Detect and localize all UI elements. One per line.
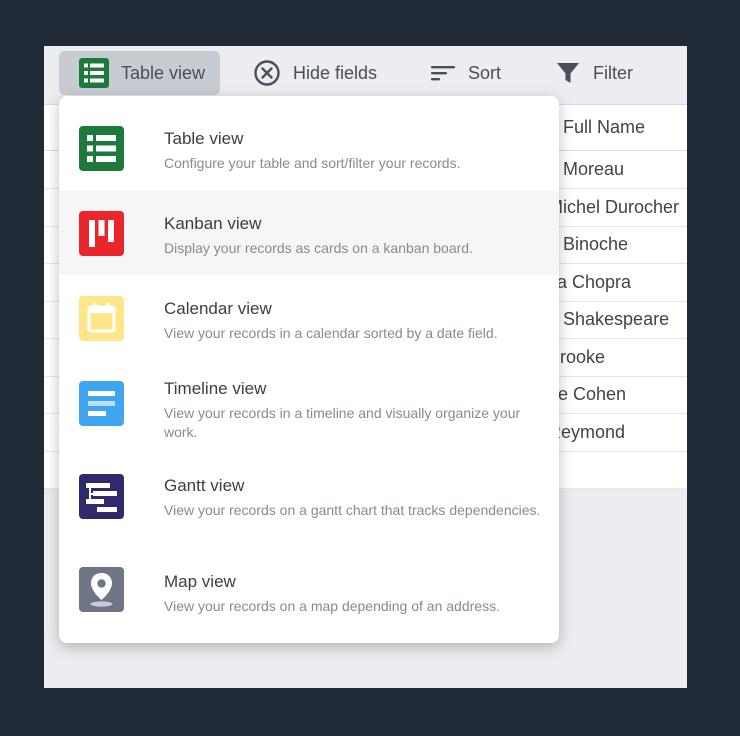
name-cell: ka Chopra (548, 272, 632, 292)
name-cell: e Moreau (548, 159, 625, 179)
table-icon (79, 126, 124, 171)
sort-button[interactable]: Sort (430, 51, 501, 95)
menu-item-title: Table view (164, 129, 244, 148)
hide-fields-button[interactable]: Hide fields (253, 51, 377, 95)
name-cell: n Shakespeare (548, 309, 670, 329)
calendar-icon (79, 296, 124, 341)
table-icon (79, 58, 109, 88)
menu-item-description: Configure your table and sort/filter you… (164, 155, 461, 171)
view-switcher-button[interactable]: Table view (59, 51, 220, 95)
sort-lines-icon (430, 63, 456, 83)
menu-item-kanban-view[interactable]: Kanban view Display your records as card… (59, 191, 559, 275)
hide-fields-label: Hide fields (293, 62, 378, 83)
filter-label: Filter (593, 62, 633, 83)
filter-button[interactable]: Filter (556, 51, 633, 95)
menu-item-description: Display your records as cards on a kanba… (164, 240, 473, 256)
name-cell: e Binoche (548, 234, 629, 254)
timeline-icon (79, 381, 124, 426)
gantt-icon (79, 474, 124, 519)
menu-item-table-view[interactable]: Table view Configure your table and sort… (59, 96, 559, 191)
menu-item-map-view[interactable]: Map view View your records on a map depe… (59, 549, 559, 643)
menu-item-description: View your records in a calendar sorted b… (164, 325, 498, 341)
sort-label: Sort (468, 62, 502, 83)
menu-item-title: Map view (164, 572, 236, 591)
view-switcher-label: Table view (121, 62, 206, 83)
menu-item-title: Calendar view (164, 299, 272, 318)
map-pin-icon (79, 567, 124, 612)
menu-item-title: Kanban view (164, 214, 262, 233)
hide-circle-x-icon (253, 59, 281, 87)
menu-item-description: View your records on a gantt chart that … (164, 502, 541, 518)
view-type-menu: Table view Configure your table and sort… (59, 96, 559, 643)
filter-funnel-icon (556, 61, 580, 85)
menu-item-title: Timeline view (164, 379, 267, 398)
menu-item-title: Gantt view (164, 476, 245, 495)
name-cell: ne Cohen (548, 384, 627, 404)
column-header-label: Full Name (563, 117, 646, 137)
menu-item-description: View your records on a map depending of … (164, 598, 500, 614)
name-cell: Michel Durocher (548, 197, 680, 217)
menu-item-gantt-view[interactable]: Gantt view View your records on a gantt … (59, 457, 559, 549)
menu-item-timeline-view[interactable]: Timeline view View your records in a tim… (59, 362, 559, 457)
menu-item-calendar-view[interactable]: Calendar view View your records in a cal… (59, 275, 559, 362)
name-cell: Reymond (548, 422, 626, 442)
menu-item-description: View your records in a timeline and visu… (164, 405, 521, 440)
kanban-icon (79, 211, 124, 256)
